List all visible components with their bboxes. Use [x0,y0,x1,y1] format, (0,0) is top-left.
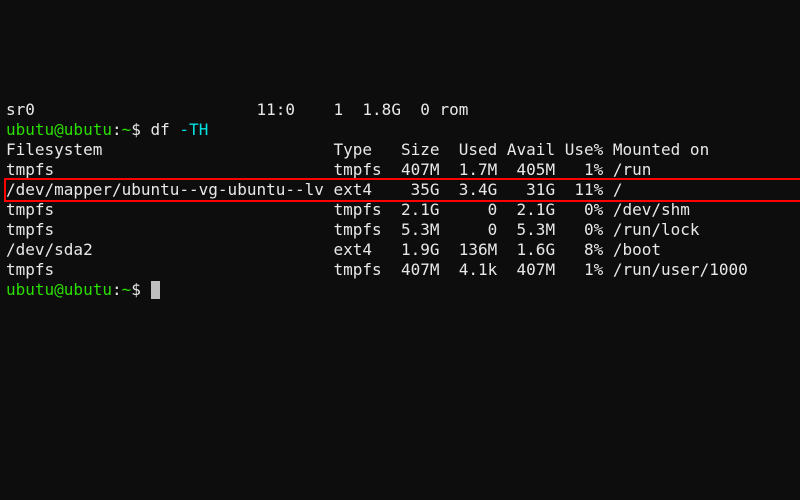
df-row: tmpfs tmpfs 5.3M 0 5.3M 0% /run/lock [6,220,700,239]
lsblk-leftover-line: sr0 11:0 1 1.8G 0 rom [6,100,468,119]
df-row-highlighted: /dev/mapper/ubuntu--vg-ubuntu--lv ext4 3… [6,180,800,200]
prompt-colon: : [112,280,122,299]
prompt-path: ~ [122,120,132,139]
prompt-dollar: $ [131,280,150,299]
prompt-userhost: ubutu@ubutu [6,120,112,139]
prompt-line-2[interactable]: ubutu@ubutu:~$ [6,280,160,299]
df-row: tmpfs tmpfs 407M 4.1k 407M 1% /run/user/… [6,260,748,279]
df-row-root-lv: /dev/mapper/ubuntu--vg-ubuntu--lv ext4 3… [6,180,623,199]
prompt-line-1: ubutu@ubutu:~$ df -TH [6,120,208,139]
cursor-block-icon [151,281,160,299]
command-df: df [151,120,180,139]
df-row: tmpfs tmpfs 2.1G 0 2.1G 0% /dev/shm [6,200,690,219]
df-row: /dev/sda2 ext4 1.9G 136M 1.6G 8% /boot [6,240,661,259]
df-header-row: Filesystem Type Size Used Avail Use% Mou… [6,140,709,159]
df-row: tmpfs tmpfs 407M 1.7M 405M 1% /run [6,160,651,179]
prompt-path: ~ [122,280,132,299]
prompt-userhost: ubutu@ubutu [6,280,112,299]
terminal-output: sr0 11:0 1 1.8G 0 rom ubutu@ubutu:~$ df … [0,80,800,300]
command-flag-th: -TH [179,120,208,139]
prompt-dollar: $ [131,120,150,139]
prompt-colon: : [112,120,122,139]
